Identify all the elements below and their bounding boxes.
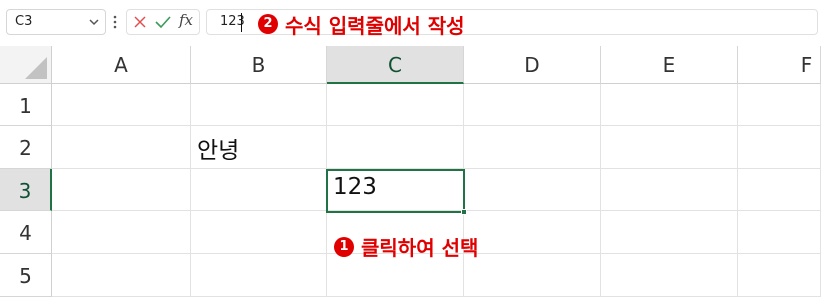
cell-e1[interactable] [601, 84, 738, 126]
formula-buttons: fx [126, 9, 200, 35]
cell-b2[interactable]: 안녕 [191, 126, 327, 169]
column-header-f[interactable]: F [738, 46, 821, 84]
cell-f2[interactable] [738, 126, 821, 169]
row-4-label: 4 [19, 221, 32, 245]
cell-a5[interactable] [52, 254, 191, 297]
active-cell-border [326, 169, 465, 213]
annotation-step-2: 2 수식 입력줄에서 작성 [258, 11, 465, 38]
row-header-1[interactable]: 1 [0, 84, 52, 126]
fill-handle[interactable] [461, 209, 467, 215]
step-1-badge: 1 [334, 236, 354, 257]
cell-e5[interactable] [601, 254, 738, 297]
column-header-c[interactable]: C [327, 46, 464, 84]
cell-d3[interactable] [464, 169, 601, 211]
cell-c1[interactable] [327, 84, 464, 126]
step-1-text: 클릭하여 선택 [361, 236, 479, 260]
cell-b1[interactable] [191, 84, 327, 126]
chevron-down-icon[interactable] [87, 13, 101, 31]
cell-e3[interactable] [601, 169, 738, 211]
column-header-e[interactable]: E [601, 46, 738, 84]
cell-a1[interactable] [52, 84, 191, 126]
annotation-step-1: 1 클릭하여 선택 [334, 232, 478, 261]
text-caret [241, 13, 242, 32]
cell-a4[interactable] [52, 211, 191, 254]
cell-d4[interactable] [464, 211, 601, 254]
row-1-label: 1 [19, 94, 32, 118]
row-3-label: 3 [18, 179, 32, 203]
row-header-4[interactable]: 4 [0, 211, 52, 254]
cell-d5[interactable] [464, 254, 601, 297]
row-header-3[interactable]: 3 [0, 169, 52, 211]
row-header-2[interactable]: 2 [0, 126, 52, 169]
select-all-triangle-icon [25, 57, 47, 79]
cell-b5[interactable] [191, 254, 327, 297]
more-options-icon[interactable] [113, 14, 117, 30]
step-2-text: 수식 입력줄에서 작성 [285, 13, 465, 38]
step-2-badge: 2 [258, 14, 278, 34]
cell-a3[interactable] [52, 169, 191, 211]
insert-function-button[interactable]: fx [179, 11, 193, 29]
spreadsheet-grid: A B C D E F 1 2 3 4 5 안녕 123 1 클릭하여 선택 [0, 46, 821, 297]
cell-e2[interactable] [601, 126, 738, 169]
cell-d2[interactable] [464, 126, 601, 169]
cell-d1[interactable] [464, 84, 601, 126]
row-5-label: 5 [19, 264, 32, 288]
name-box-value: C3 [15, 14, 33, 29]
select-all-button[interactable] [0, 46, 52, 84]
name-box[interactable]: C3 [6, 9, 106, 35]
cell-f3[interactable] [738, 169, 821, 211]
column-header-d[interactable]: D [464, 46, 601, 84]
cell-c2[interactable] [327, 126, 464, 169]
cell-b3[interactable] [191, 169, 327, 211]
enter-check-icon[interactable] [155, 15, 171, 29]
cell-f5[interactable] [738, 254, 821, 297]
column-header-a[interactable]: A [52, 46, 191, 84]
cell-b2-value: 안녕 [197, 138, 240, 164]
cell-f4[interactable] [738, 211, 821, 254]
formula-bar: C3 fx 123 2 수식 입력줄에서 작성 [0, 0, 821, 46]
column-header-b[interactable]: B [191, 46, 327, 84]
cell-e4[interactable] [601, 211, 738, 254]
row-header-5[interactable]: 5 [0, 254, 52, 297]
cell-a2[interactable] [52, 126, 191, 169]
cancel-icon[interactable] [133, 15, 147, 29]
cell-f1[interactable] [738, 84, 821, 126]
cell-b4[interactable] [191, 211, 327, 254]
row-2-label: 2 [19, 136, 32, 160]
